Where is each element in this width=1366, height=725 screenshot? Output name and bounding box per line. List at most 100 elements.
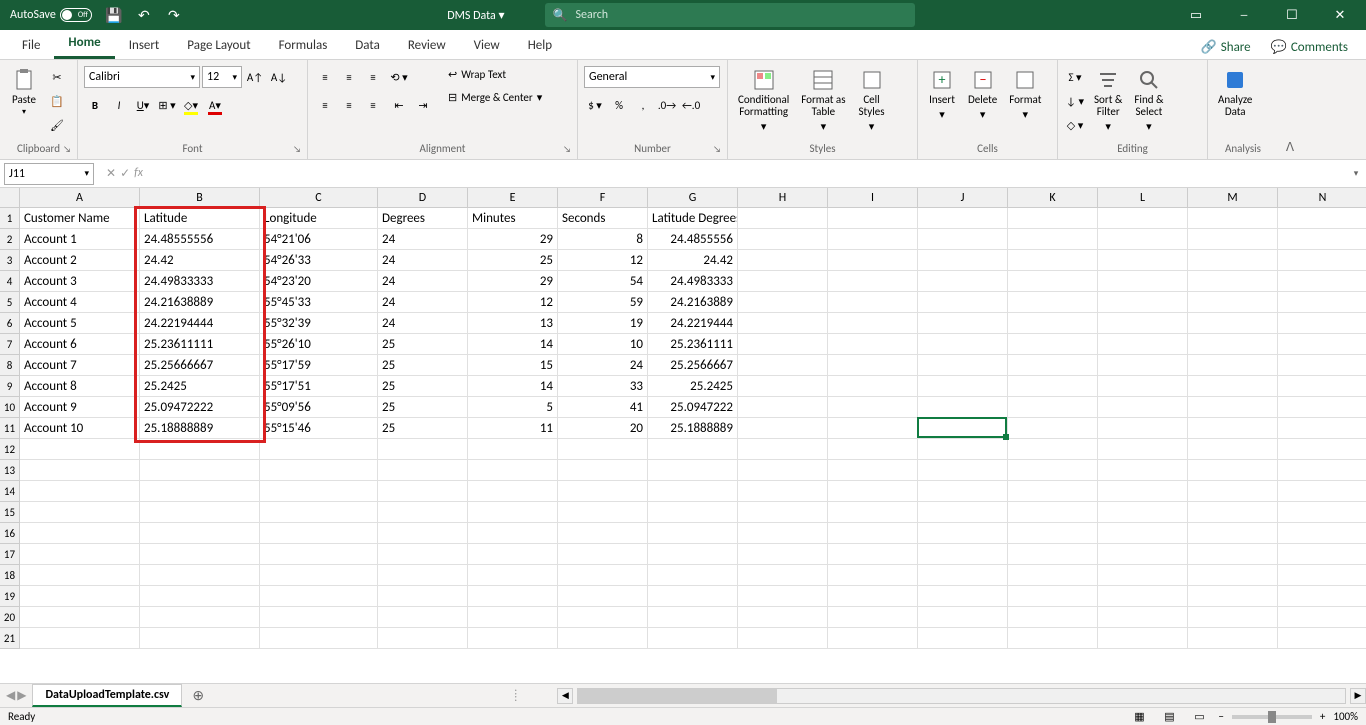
column-header[interactable]: F (558, 188, 648, 208)
cell-styles-button[interactable]: Cell Styles▾ (854, 66, 890, 135)
cell[interactable] (1278, 418, 1366, 439)
cell[interactable] (918, 397, 1008, 418)
cell[interactable] (1278, 397, 1366, 418)
copy-icon[interactable]: 📋 (46, 90, 68, 112)
sheet-nav-prev-icon[interactable]: ◀ (6, 688, 15, 703)
cell[interactable] (140, 523, 260, 544)
cell[interactable] (1098, 544, 1188, 565)
cell[interactable] (648, 439, 738, 460)
cell[interactable] (1008, 544, 1098, 565)
cell[interactable]: 24.49833333 (140, 271, 260, 292)
cell[interactable] (1188, 271, 1278, 292)
cell[interactable] (1098, 292, 1188, 313)
cell[interactable] (918, 229, 1008, 250)
cell[interactable] (558, 460, 648, 481)
cell[interactable] (738, 586, 828, 607)
format-painter-icon[interactable]: 🖌 (46, 114, 68, 136)
row-header[interactable]: 14 (0, 481, 20, 502)
cell[interactable]: 10 (558, 334, 648, 355)
cell[interactable] (20, 544, 140, 565)
cell[interactable] (1188, 565, 1278, 586)
column-header[interactable]: N (1278, 188, 1366, 208)
cell[interactable] (828, 565, 918, 586)
cell[interactable]: Account 3 (20, 271, 140, 292)
cell[interactable]: 24.2163889 (648, 292, 738, 313)
cell[interactable]: 20 (558, 418, 648, 439)
column-header[interactable]: G (648, 188, 738, 208)
sheet-nav-next-icon[interactable]: ▶ (17, 688, 26, 703)
cell[interactable] (738, 355, 828, 376)
cell[interactable] (1008, 397, 1098, 418)
cell[interactable]: 55°17'51 (260, 376, 378, 397)
bold-icon[interactable]: B (84, 94, 106, 116)
cell[interactable] (738, 502, 828, 523)
cell[interactable] (140, 628, 260, 649)
cell[interactable]: Account 7 (20, 355, 140, 376)
column-header[interactable]: I (828, 188, 918, 208)
cell[interactable]: 24.2219444 (648, 313, 738, 334)
cell[interactable]: 55°26'10 (260, 334, 378, 355)
cell[interactable] (918, 376, 1008, 397)
cell[interactable] (738, 334, 828, 355)
conditional-formatting-button[interactable]: Conditional Formatting▾ (734, 66, 793, 135)
percent-format-icon[interactable]: % (608, 94, 630, 116)
cell[interactable]: 41 (558, 397, 648, 418)
cell[interactable]: 29 (468, 229, 558, 250)
row-header[interactable]: 12 (0, 439, 20, 460)
cell[interactable] (558, 439, 648, 460)
find-select-button[interactable]: Find & Select▾ (1130, 66, 1167, 135)
cell[interactable] (1278, 607, 1366, 628)
cell[interactable] (20, 502, 140, 523)
cell[interactable]: Latitude (140, 208, 260, 229)
cell[interactable] (918, 439, 1008, 460)
cell[interactable] (918, 292, 1008, 313)
column-header[interactable]: J (918, 188, 1008, 208)
row-header[interactable]: 2 (0, 229, 20, 250)
cell[interactable] (1188, 418, 1278, 439)
cell[interactable] (648, 544, 738, 565)
cell[interactable] (1278, 355, 1366, 376)
cell[interactable]: 11 (468, 418, 558, 439)
cell[interactable] (1008, 586, 1098, 607)
cell[interactable] (1098, 565, 1188, 586)
align-top-icon[interactable]: ≡ (314, 66, 336, 88)
cell[interactable]: 24.48555556 (140, 229, 260, 250)
cell[interactable]: 24 (378, 229, 468, 250)
cell[interactable] (1188, 250, 1278, 271)
cell[interactable]: 25 (468, 250, 558, 271)
cell[interactable] (1278, 376, 1366, 397)
cell[interactable] (1098, 586, 1188, 607)
delete-cells-button[interactable]: −Delete▾ (964, 66, 1001, 123)
cell[interactable]: 25.2566667 (648, 355, 738, 376)
row-header[interactable]: 17 (0, 544, 20, 565)
cell[interactable] (738, 565, 828, 586)
cell[interactable] (918, 544, 1008, 565)
cell[interactable] (648, 628, 738, 649)
cell[interactable] (468, 523, 558, 544)
cell[interactable]: 24.4855556 (648, 229, 738, 250)
cell[interactable] (260, 502, 378, 523)
tab-formulas[interactable]: Formulas (265, 32, 342, 59)
cell[interactable] (1098, 523, 1188, 544)
cell[interactable]: 24 (378, 313, 468, 334)
cell[interactable] (468, 628, 558, 649)
page-break-view-icon[interactable]: ▭ (1188, 709, 1210, 725)
cell[interactable] (1278, 439, 1366, 460)
cell[interactable]: 55°15'46 (260, 418, 378, 439)
cell[interactable]: 54°23'20 (260, 271, 378, 292)
cell[interactable] (140, 565, 260, 586)
cell[interactable] (1098, 418, 1188, 439)
row-header[interactable]: 18 (0, 565, 20, 586)
cell[interactable] (1008, 460, 1098, 481)
cell[interactable]: 19 (558, 313, 648, 334)
cell[interactable] (918, 250, 1008, 271)
cell[interactable] (828, 460, 918, 481)
cell[interactable]: 25 (378, 418, 468, 439)
add-sheet-icon[interactable]: ⊕ (182, 687, 214, 704)
cell[interactable] (918, 334, 1008, 355)
formula-input[interactable] (151, 163, 1346, 185)
maximize-icon[interactable]: ☐ (1272, 3, 1312, 27)
cell[interactable]: Account 8 (20, 376, 140, 397)
cell[interactable]: 25 (378, 376, 468, 397)
search-box[interactable]: 🔍 (545, 3, 915, 27)
